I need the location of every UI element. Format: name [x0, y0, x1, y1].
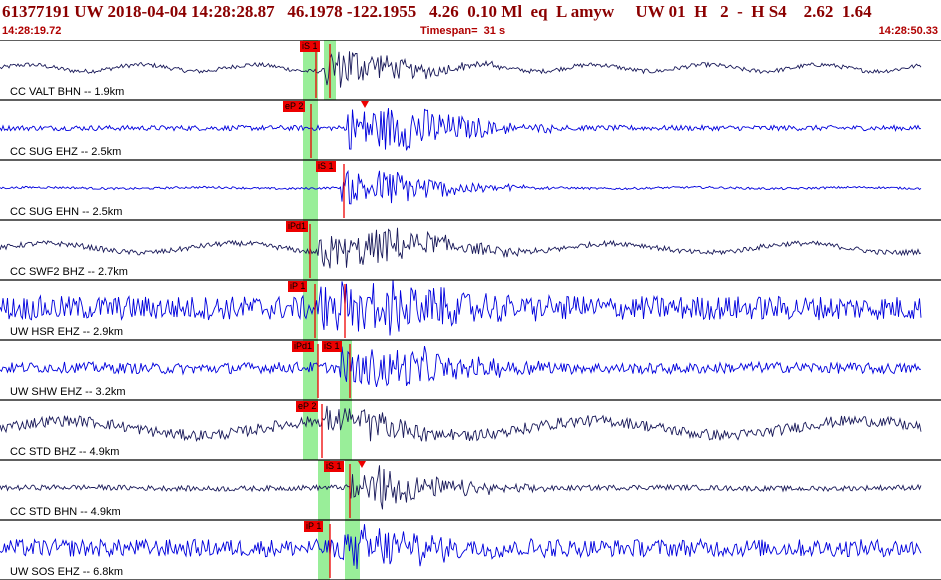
- timespan-label: Timespan= 31 s: [420, 25, 506, 37]
- channel-label: CC STD BHN -- 4.9km: [10, 506, 121, 518]
- start-time-label: 14:28:19.72: [2, 25, 62, 37]
- phase-pick-flag[interactable]: iPd1: [286, 221, 309, 232]
- amplitude-marker-icon: [361, 101, 369, 108]
- end-time-label: 14:28:50.33: [878, 25, 938, 37]
- waveform-canvas[interactable]: [0, 40, 941, 580]
- seismogram-panel[interactable]: CC VALT BHN -- 1.9km iS 1 CC SUG EHZ -- 2.…: [0, 40, 941, 580]
- seismogram-trace: [0, 465, 922, 510]
- phase-pick-flag[interactable]: iS 1: [322, 341, 342, 352]
- channel-label: UW SOS EHZ -- 6.8km: [10, 566, 124, 578]
- seismogram-trace: [0, 524, 922, 570]
- channel-label: CC VALT BHN -- 1.9km: [10, 86, 125, 98]
- channel-label: UW HSR EHZ -- 2.9km: [10, 326, 124, 338]
- phase-pick-flag[interactable]: iP 1: [288, 281, 308, 292]
- seismogram-trace: [0, 108, 922, 151]
- channel-label: CC SWF2 BHZ -- 2.7km: [10, 266, 128, 278]
- channel-label: CC SUG EHZ -- 2.5km: [10, 146, 122, 158]
- phase-pick-flag[interactable]: iP 1: [304, 521, 324, 532]
- seismogram-trace: [0, 169, 922, 205]
- phase-pick-flag[interactable]: eP 2: [296, 401, 319, 412]
- event-summary-title: 61377191 UW 2018-04-04 14:28:28.87 46.19…: [2, 2, 872, 21]
- seismogram-trace: [0, 227, 922, 269]
- channel-label: CC STD BHZ -- 4.9km: [10, 446, 120, 458]
- phase-pick-flag[interactable]: iS 1: [324, 461, 344, 472]
- seismogram-trace: [0, 405, 922, 442]
- seismogram-trace: [0, 279, 922, 336]
- channel-label: UW SHW EHZ -- 3.2km: [10, 386, 126, 398]
- seismogram-trace: [0, 346, 922, 388]
- channel-label: CC SUG EHN -- 2.5km: [10, 206, 123, 218]
- pick-window-highlight: [340, 400, 352, 460]
- phase-pick-flag[interactable]: eP 2: [283, 101, 306, 112]
- phase-pick-flag[interactable]: iPd1: [292, 341, 315, 352]
- header-bar: 61377191 UW 2018-04-04 14:28:28.87 46.19…: [0, 0, 941, 40]
- seismogram-trace: [0, 51, 922, 88]
- phase-pick-flag[interactable]: iS 1: [300, 41, 320, 52]
- phase-pick-flag[interactable]: iS 1: [316, 161, 336, 172]
